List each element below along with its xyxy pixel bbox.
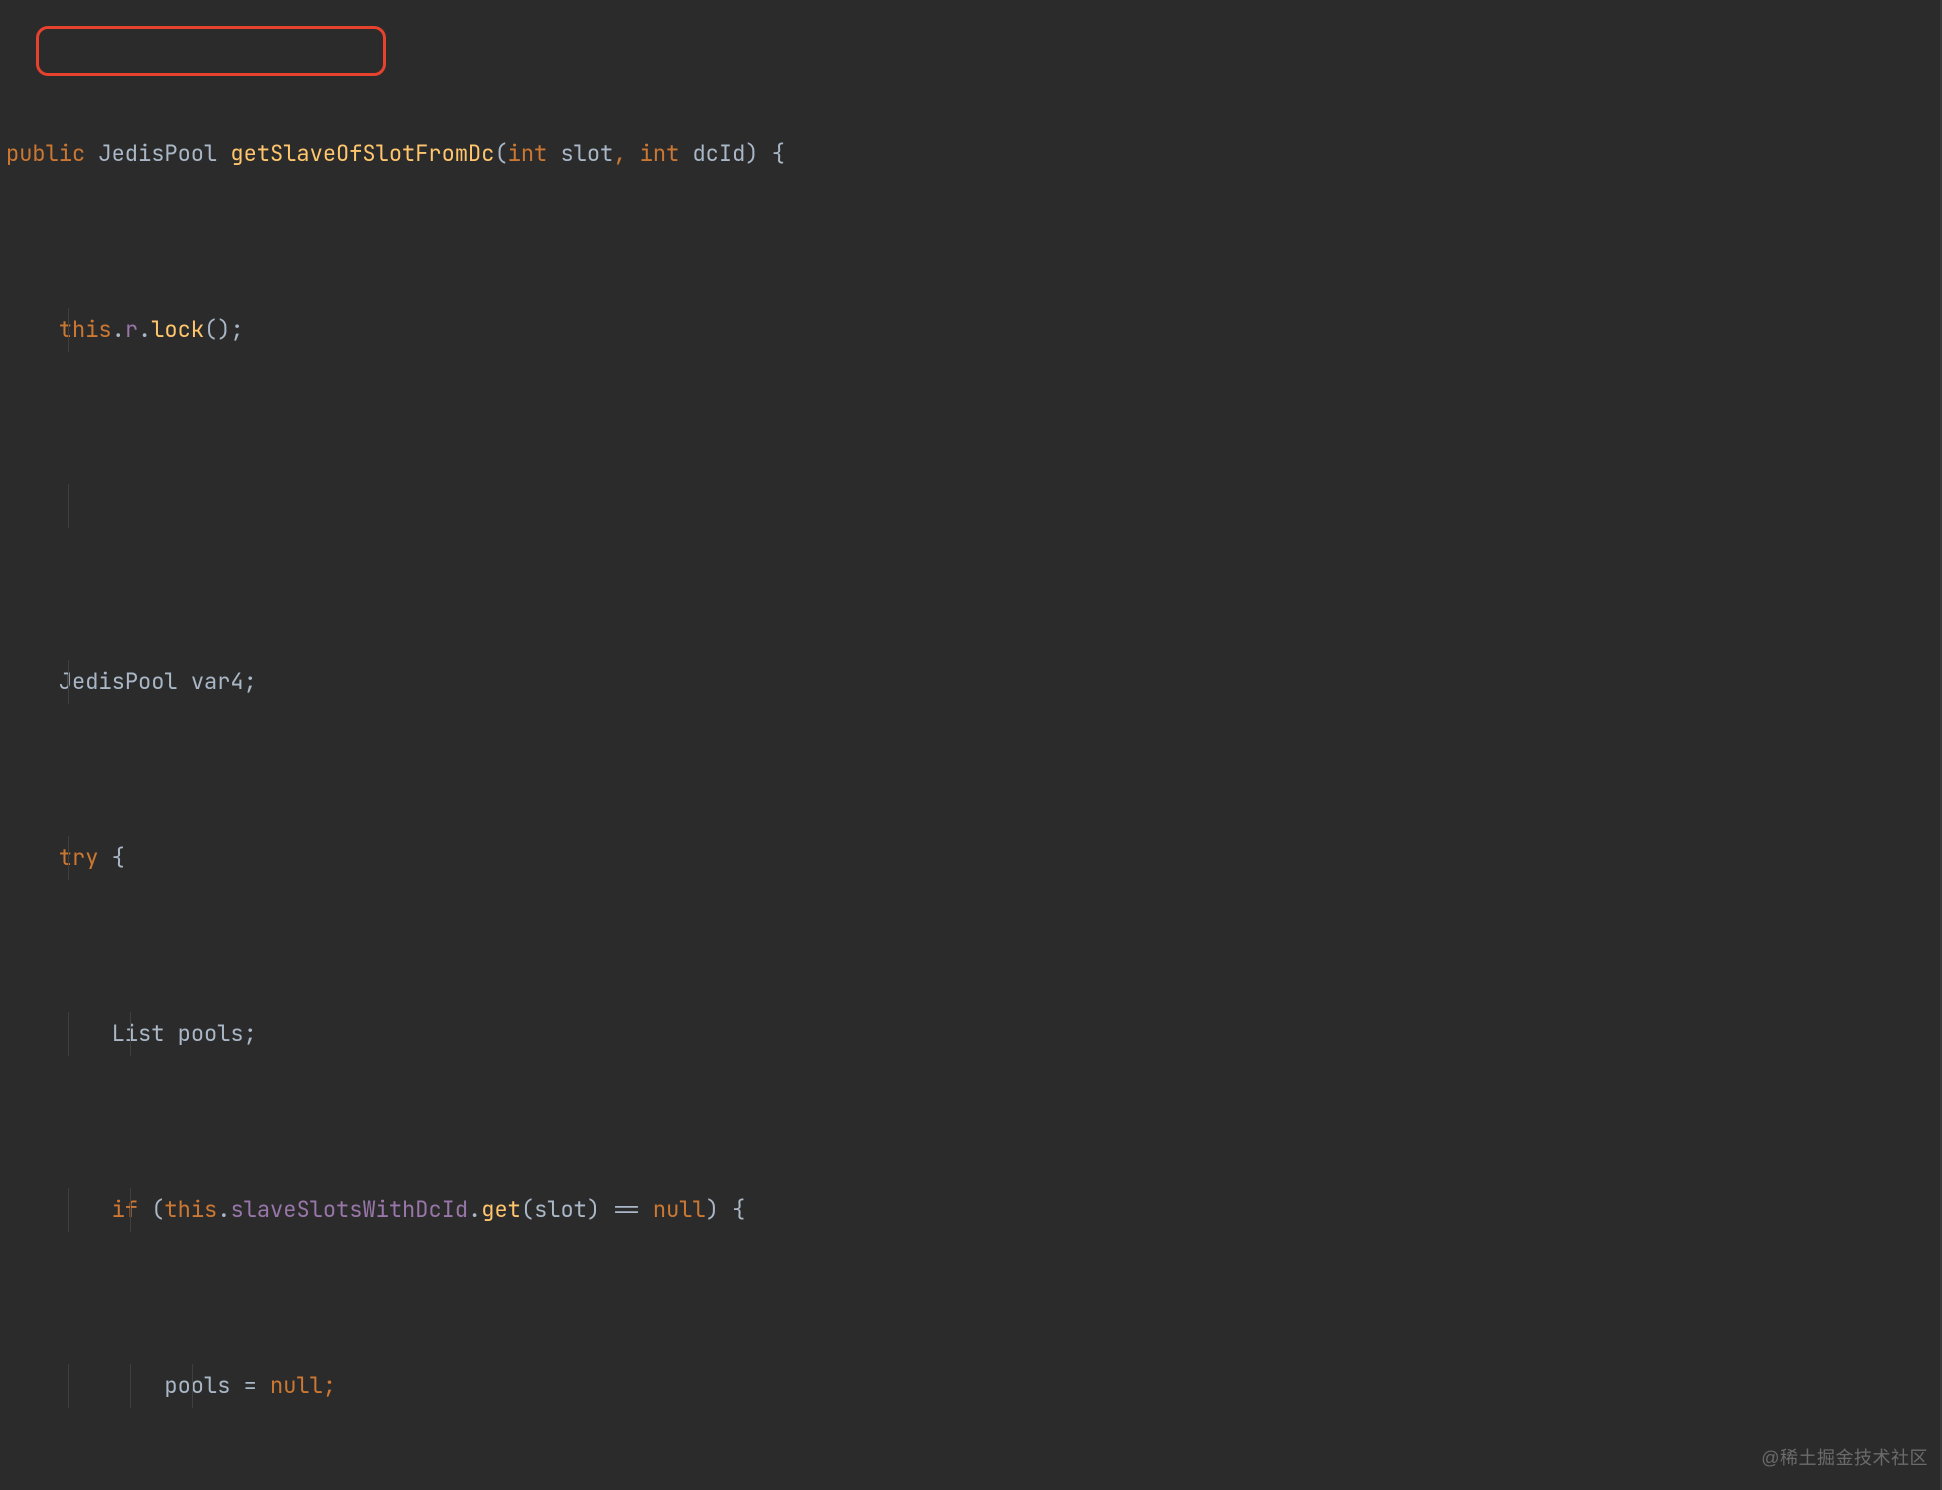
- type-jedispool: JedisPool: [98, 139, 217, 168]
- code-line: this.r.lock();: [6, 308, 1564, 352]
- watermark: @稀土掘金技术社区: [1761, 1436, 1928, 1480]
- fn-getSlave: getSlaveOfSlotFromDc: [230, 139, 494, 168]
- indent-guide: [68, 308, 69, 352]
- kw-public: public: [6, 139, 85, 168]
- code-editor[interactable]: public JedisPool getSlaveOfSlotFromDc(in…: [6, 0, 1564, 1490]
- code-line: public JedisPool getSlaveOfSlotFromDc(in…: [6, 132, 1564, 176]
